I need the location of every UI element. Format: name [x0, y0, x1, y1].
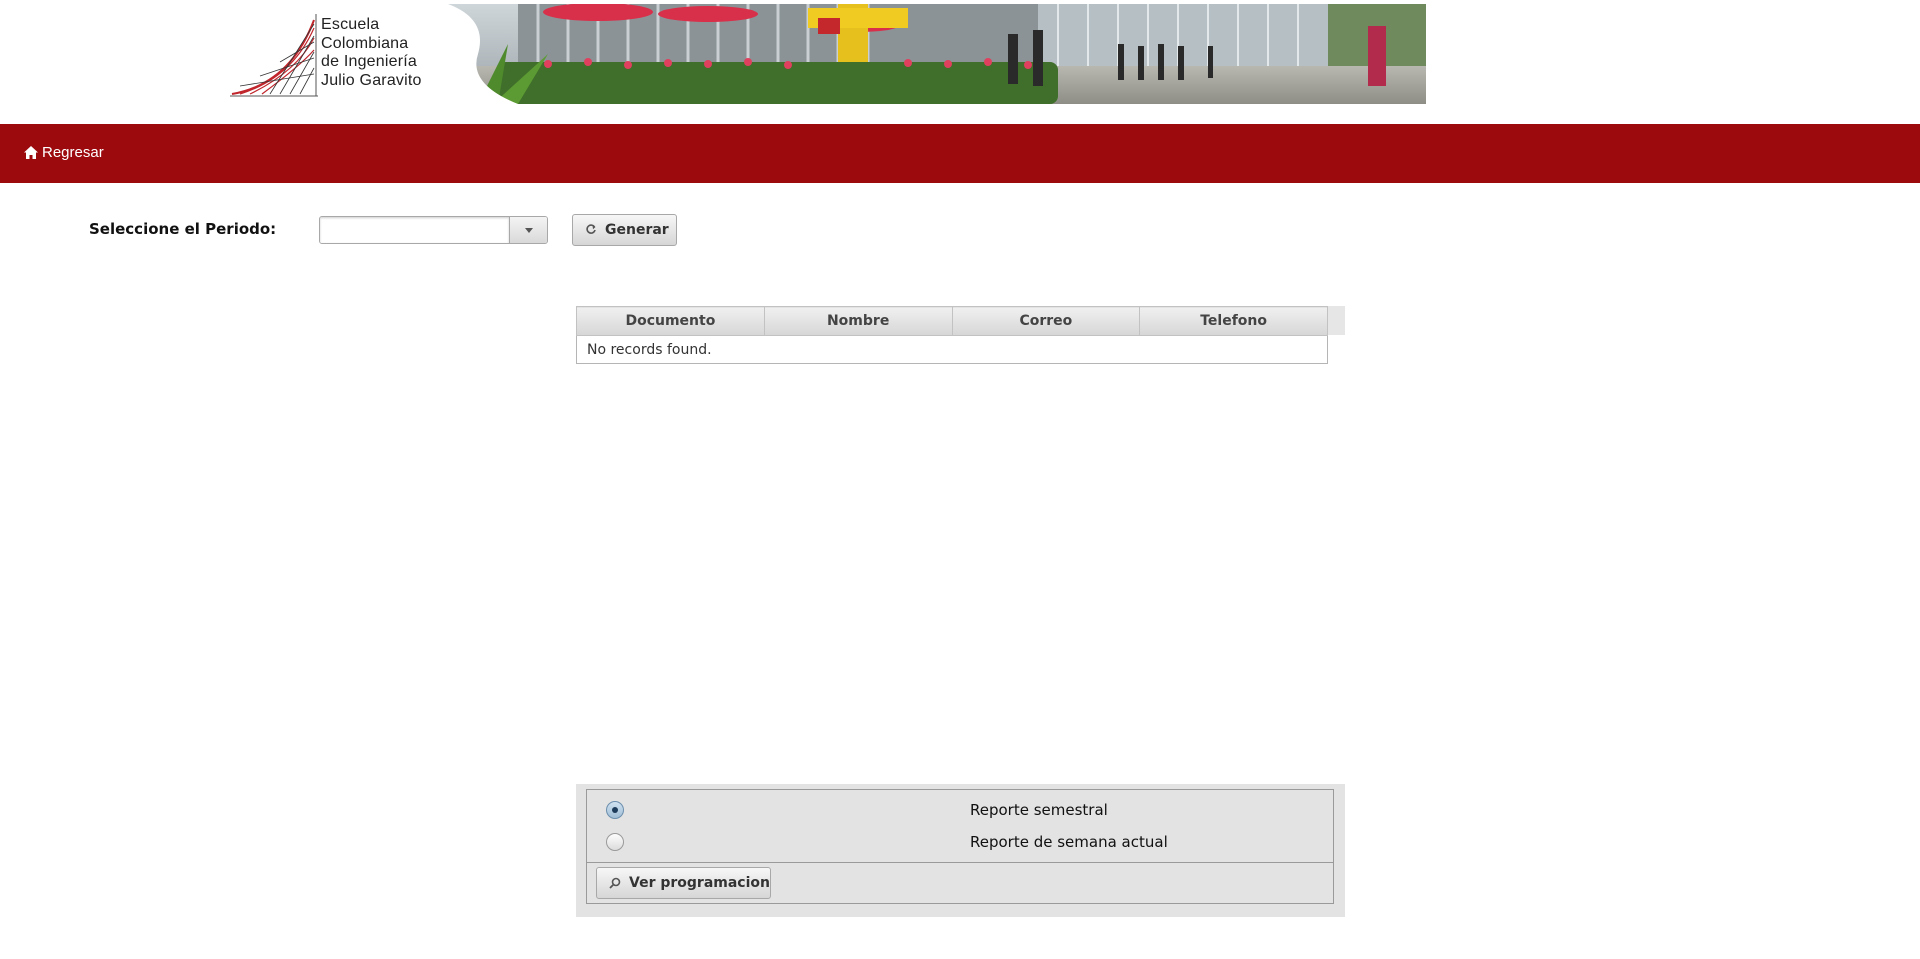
report-option-label[interactable]: Reporte semestral	[970, 801, 1108, 819]
campus-photo	[438, 4, 1426, 104]
period-label: Seleccione el Periodo:	[89, 220, 277, 238]
report-divider	[587, 862, 1333, 863]
column-header[interactable]: Telefono	[1139, 306, 1328, 336]
logo-line: de Ingeniería	[321, 53, 418, 70]
results-table: Documento Nombre Correo Telefono No reco…	[576, 306, 1328, 364]
report-option-label[interactable]: Reporte de semana actual	[970, 833, 1168, 851]
generate-button[interactable]: Generar	[572, 214, 677, 246]
view-schedule-button[interactable]: Ver programacion	[596, 867, 771, 899]
logo-mark-icon	[230, 14, 318, 97]
column-header[interactable]: Nombre	[763, 306, 953, 336]
top-navbar: Regresar	[0, 124, 1920, 183]
period-select-value[interactable]	[320, 217, 510, 243]
logo-line: Julio Garavito	[321, 71, 422, 89]
semester-radio[interactable]	[606, 801, 624, 819]
table-row: No records found.	[576, 335, 1328, 364]
report-option-semester[interactable]: Reporte semestral	[606, 799, 1306, 821]
logo-line: Colombiana	[321, 34, 409, 52]
school-logo: Escuela Colombiana de Ingeniería Julio G…	[228, 4, 458, 104]
logo-line: Escuela	[321, 16, 380, 33]
home-icon	[24, 146, 38, 159]
back-link[interactable]: Regresar	[24, 144, 104, 161]
back-link-label: Regresar	[42, 144, 104, 161]
header-banner: Escuela Colombiana de Ingeniería Julio G…	[228, 4, 1426, 104]
week-radio[interactable]	[606, 833, 624, 851]
column-header[interactable]: Correo	[951, 306, 1141, 336]
period-select[interactable]	[319, 216, 548, 244]
view-schedule-label: Ver programacion	[629, 875, 770, 891]
column-header[interactable]: Documento	[576, 306, 765, 336]
refresh-icon	[586, 224, 596, 234]
logo-text: Escuela Colombiana de Ingeniería Julio G…	[321, 16, 422, 90]
generate-button-label: Generar	[605, 222, 669, 238]
radio-dot-icon	[612, 807, 618, 813]
chevron-down-icon	[524, 227, 533, 233]
table-header-row: Documento Nombre Correo Telefono	[576, 306, 1328, 336]
empty-message: No records found.	[576, 335, 1328, 364]
search-icon	[609, 877, 621, 889]
report-option-week[interactable]: Reporte de semana actual	[606, 831, 1306, 853]
period-select-trigger[interactable]	[510, 217, 547, 243]
